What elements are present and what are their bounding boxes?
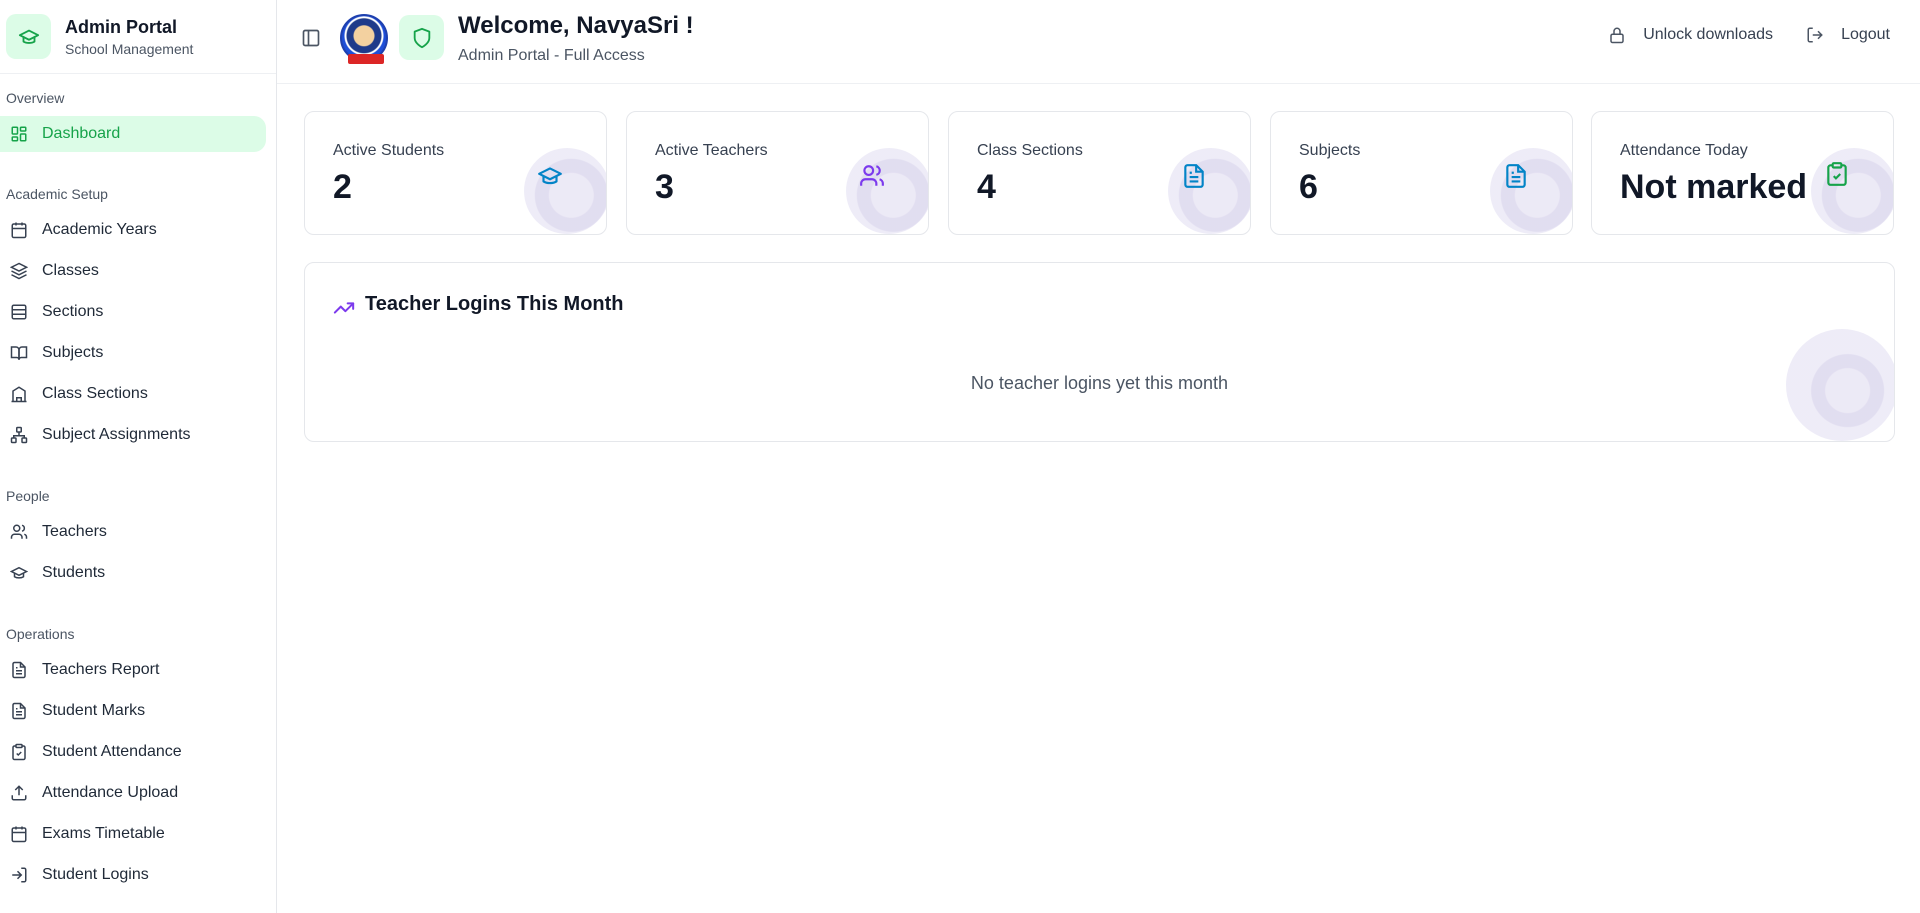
sidebar-item-label: Subject Assignments bbox=[42, 426, 191, 443]
layers-icon bbox=[10, 262, 28, 280]
sidebar-item-teachers-report[interactable]: Teachers Report bbox=[0, 652, 266, 688]
sidebar-item-teachers[interactable]: Teachers bbox=[0, 514, 266, 550]
sidebar-item-student-marks[interactable]: Student Marks bbox=[0, 693, 266, 729]
stat-card-attendance-today: Attendance Today Not marked bbox=[1591, 111, 1894, 235]
dashboard-icon bbox=[10, 125, 28, 143]
stat-card-class-sections: Class Sections 4 bbox=[948, 111, 1251, 235]
calendar-icon bbox=[10, 825, 28, 843]
teacher-logins-panel: Teacher Logins This Month No teacher log… bbox=[304, 262, 1895, 442]
upload-icon bbox=[10, 784, 28, 802]
school-watermark bbox=[1490, 148, 1572, 234]
nav-group-label: Operations bbox=[6, 626, 75, 642]
stat-card-active-students: Active Students 2 bbox=[304, 111, 607, 235]
log-out-icon bbox=[1806, 26, 1824, 44]
school-watermark bbox=[524, 148, 606, 234]
unlock-downloads-label: Unlock downloads bbox=[1643, 26, 1774, 43]
sidebar-item-subject-assignments[interactable]: Subject Assignments bbox=[0, 417, 266, 453]
school-logo bbox=[340, 14, 388, 64]
sidebar-item-students[interactable]: Students bbox=[0, 555, 266, 591]
sidebar-item-class-sections[interactable]: Class Sections bbox=[0, 376, 266, 412]
stat-value: 3 bbox=[655, 168, 674, 206]
sidebar-item-attendance-upload[interactable]: Attendance Upload bbox=[0, 775, 266, 811]
stat-card-subjects: Subjects 6 bbox=[1270, 111, 1573, 235]
school-watermark bbox=[846, 148, 928, 234]
panel-title: Teacher Logins This Month bbox=[365, 293, 624, 315]
stat-label: Attendance Today bbox=[1620, 142, 1748, 159]
school-watermark bbox=[1168, 148, 1250, 234]
stat-card-active-teachers: Active Teachers 3 bbox=[626, 111, 929, 235]
sidebar-item-academic-years[interactable]: Academic Years bbox=[0, 212, 266, 248]
brand: Admin Portal School Management bbox=[0, 0, 276, 74]
file-text-icon bbox=[1502, 162, 1530, 190]
sidebar-item-student-logins[interactable]: Student Logins bbox=[0, 857, 266, 893]
logout-button[interactable]: Logout bbox=[1806, 26, 1890, 44]
sidebar-item-label: Dashboard bbox=[42, 125, 121, 142]
calendar-icon bbox=[10, 221, 28, 239]
sidebar-item-subjects[interactable]: Subjects bbox=[0, 335, 266, 371]
book-open-icon bbox=[10, 344, 28, 362]
graduation-cap-icon bbox=[10, 564, 28, 582]
sidebar-item-label: Classes bbox=[42, 262, 99, 279]
sidebar-item-label: Class Sections bbox=[42, 385, 148, 402]
lock-icon bbox=[1608, 26, 1626, 44]
nav-group-label: People bbox=[6, 488, 50, 504]
sidebar-item-label: Exams Timetable bbox=[42, 825, 165, 842]
sidebar-nav: Overview Dashboard Academic Setup Academ… bbox=[0, 74, 276, 893]
sidebar-item-dashboard[interactable]: Dashboard bbox=[0, 116, 266, 152]
stat-value: 2 bbox=[333, 168, 352, 206]
brand-title: Admin Portal bbox=[65, 16, 178, 37]
network-icon bbox=[10, 426, 28, 444]
stat-value: Not marked bbox=[1620, 168, 1808, 206]
users-icon bbox=[10, 523, 28, 541]
stat-label: Subjects bbox=[1299, 142, 1361, 159]
sidebar: Admin Portal School Management Overview … bbox=[0, 0, 277, 913]
stat-label: Class Sections bbox=[977, 142, 1083, 159]
nav-group-label: Overview bbox=[6, 90, 65, 106]
empty-state-text: No teacher logins yet this month bbox=[970, 373, 1229, 393]
sidebar-item-label: Academic Years bbox=[42, 221, 157, 238]
stat-value: 6 bbox=[1299, 168, 1318, 206]
stat-label: Active Teachers bbox=[655, 142, 768, 159]
sidebar-item-label: Teachers bbox=[42, 523, 107, 540]
log-in-icon bbox=[10, 866, 28, 884]
sidebar-item-label: Attendance Upload bbox=[42, 784, 179, 801]
page-subtitle: Admin Portal - Full Access bbox=[458, 47, 645, 64]
sidebar-item-label: Student Marks bbox=[42, 702, 146, 719]
brand-subtitle: School Management bbox=[65, 40, 194, 57]
sidebar-item-student-attendance[interactable]: Student Attendance bbox=[0, 734, 266, 770]
sidebar-item-label: Teachers Report bbox=[42, 661, 160, 678]
nav-group-label: Academic Setup bbox=[6, 186, 108, 202]
sidebar-item-label: Sections bbox=[42, 303, 104, 320]
sidebar-item-label: Subjects bbox=[42, 344, 104, 361]
file-text-icon bbox=[10, 702, 28, 720]
graduation-cap-icon bbox=[536, 162, 564, 190]
page-title: Welcome, NavyaSri ! bbox=[458, 12, 694, 39]
sidebar-toggle-icon[interactable] bbox=[301, 28, 321, 48]
rows-icon bbox=[10, 303, 28, 321]
sidebar-item-exams-timetable[interactable]: Exams Timetable bbox=[0, 816, 266, 852]
sidebar-item-sections[interactable]: Sections bbox=[0, 294, 266, 330]
unlock-downloads-button[interactable]: Unlock downloads bbox=[1608, 26, 1773, 44]
trending-up-icon bbox=[333, 297, 355, 319]
school-icon bbox=[10, 385, 28, 403]
sidebar-item-label: Students bbox=[42, 564, 106, 581]
sidebar-item-label: Student Attendance bbox=[42, 743, 182, 760]
logout-label: Logout bbox=[1841, 26, 1890, 43]
users-icon bbox=[858, 162, 886, 190]
file-text-icon bbox=[10, 661, 28, 679]
clipboard-check-icon bbox=[10, 743, 28, 761]
sidebar-item-label: Student Logins bbox=[42, 866, 149, 883]
top-header: Welcome, NavyaSri ! Admin Portal - Full … bbox=[277, 0, 1920, 84]
stat-label: Active Students bbox=[333, 142, 445, 159]
graduation-cap-icon bbox=[6, 14, 51, 59]
sidebar-item-classes[interactable]: Classes bbox=[0, 253, 266, 289]
clipboard-check-icon bbox=[1823, 160, 1851, 188]
shield-icon bbox=[399, 15, 444, 60]
file-text-icon bbox=[1180, 162, 1208, 190]
stat-value: 4 bbox=[977, 168, 996, 206]
